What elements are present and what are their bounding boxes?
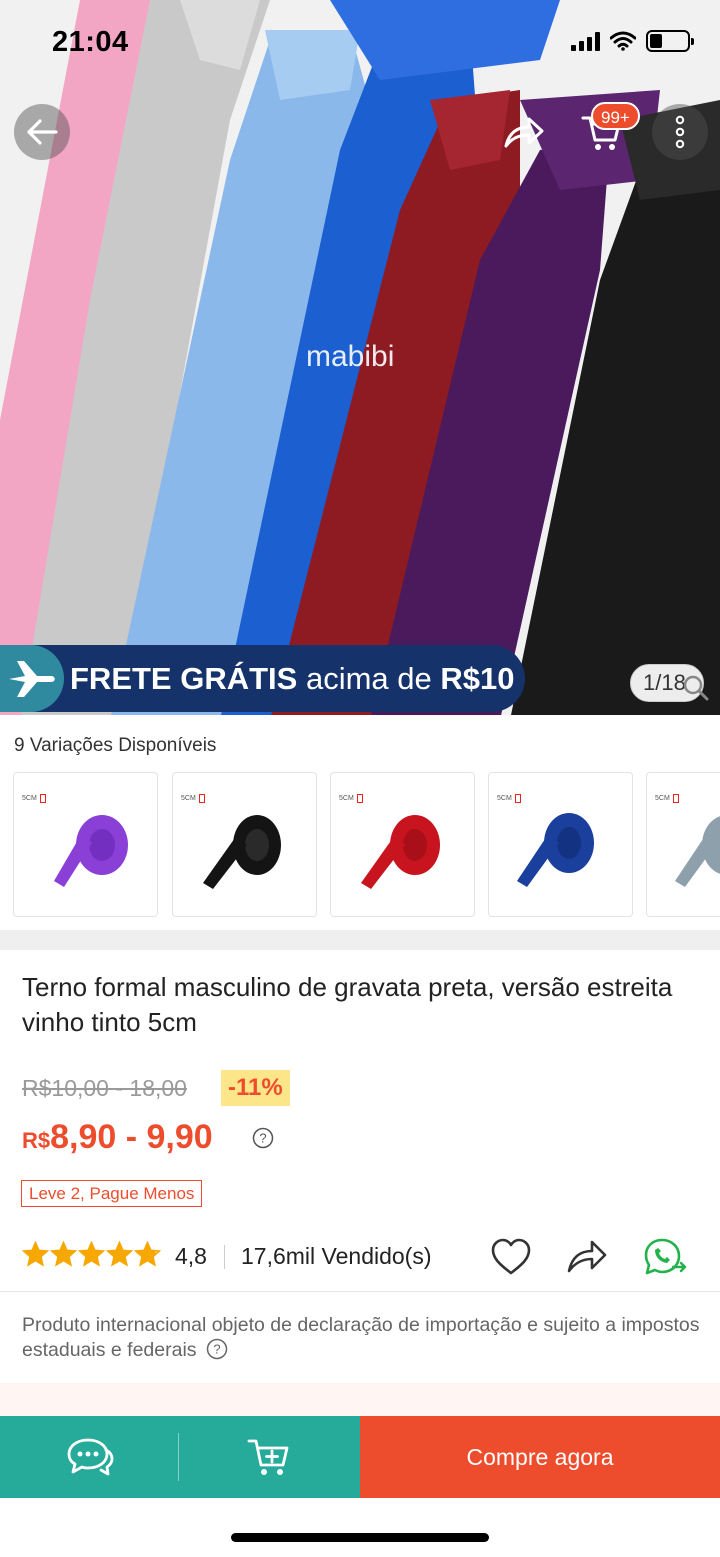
svg-text:?: ? [213,1342,220,1357]
variation-tag: 5CM [497,794,521,803]
status-bar: 21:04 [0,0,720,88]
variation-tag-size: 5CM [655,795,670,802]
chat-icon [67,1438,113,1476]
price-value: 8,90 - 9,90 [50,1118,213,1156]
svg-text:?: ? [259,1131,266,1146]
rating-row: 4,8 17,6mil Vendido(s) [22,1235,702,1279]
discount-badge: -11% [221,1070,290,1106]
variation-tag: 5CM [22,794,46,803]
share-icon [504,117,544,148]
bottom-left-group [0,1416,360,1498]
section-divider [0,930,720,950]
more-options-button[interactable] [652,104,708,160]
star-icon [78,1241,105,1267]
product-image-gallery[interactable]: 21:04 99+ mabibi FRETE GRÁTIS acima de R… [0,0,720,715]
chat-button[interactable] [0,1416,179,1498]
signal-icon [571,31,600,51]
variations-title: 9 Variações Disponíveis [14,735,217,756]
favorite-icon[interactable] [490,1237,532,1277]
import-note-text: Produto internacional objeto de declaraç… [22,1314,700,1361]
share-icon[interactable] [566,1237,608,1275]
whatsapp-icon[interactable] [643,1237,687,1277]
variation-thumb[interactable]: 5CM [488,772,633,917]
price-help-icon[interactable]: ? [252,1127,274,1149]
variation-thumb[interactable]: 5CM [646,772,720,917]
original-price: R$10,00 - 18,00 [22,1075,187,1101]
star-icon [22,1241,49,1267]
back-arrow-icon [27,119,58,145]
help-icon[interactable]: ? [206,1338,228,1360]
cart-count-badge: 99+ [591,102,640,130]
add-to-cart-icon [247,1439,289,1475]
home-indicator [231,1533,489,1542]
share-button[interactable] [496,104,552,160]
buy-now-button[interactable]: Compre agora [360,1416,720,1498]
zoom-icon[interactable] [682,674,710,702]
divider [178,1433,179,1481]
variation-thumb[interactable]: 5CM [172,772,317,917]
divider [224,1245,225,1269]
variation-tag: 5CM [655,794,679,803]
bottom-action-bar: Compre agora [0,1416,720,1498]
free-shipping-bold: FRETE GRÁTIS [70,660,298,696]
variation-thumb[interactable]: 5CM [330,772,475,917]
import-note: Produto internacional objeto de declaraç… [22,1313,712,1363]
variation-tag-size: 5CM [497,795,512,802]
star-icon [106,1241,133,1267]
wifi-icon [610,31,636,51]
free-shipping-amount: R$10 [440,660,515,696]
variation-thumb[interactable]: 5CM [13,772,158,917]
more-icon [675,115,685,149]
airplane-icon [0,645,64,712]
divider [0,1291,720,1292]
product-title: Terno formal masculino de gravata preta,… [22,972,673,1037]
price-currency: R$ [22,1128,51,1153]
star-icon [50,1241,77,1267]
rating-stars [22,1241,161,1267]
variation-tag: 5CM [181,794,205,803]
star-icon [134,1241,161,1267]
variation-tag-size: 5CM [339,795,354,802]
free-shipping-rest: acima de [297,660,441,696]
battery-icon [646,30,694,52]
variation-tag-size: 5CM [181,795,196,802]
free-shipping-text: FRETE GRÁTIS acima de R$10 [70,661,514,697]
status-icons [571,30,694,52]
back-button[interactable] [14,104,70,160]
sold-count: 17,6mil Vendido(s) [241,1243,432,1269]
promo-strip [0,1383,720,1418]
variation-tag-size: 5CM [22,795,37,802]
variation-tag: 5CM [339,794,363,803]
variations-list[interactable]: 5CM 5CM 5CM 5CM 5CM [13,772,720,917]
status-time: 21:04 [52,26,129,58]
current-price: R$8,90 - 9,90 [22,1118,213,1157]
promo-tag[interactable]: Leve 2, Pague Menos [21,1180,203,1207]
image-watermark: mabibi [306,340,395,373]
free-shipping-banner: FRETE GRÁTIS acima de R$10 [0,645,525,712]
add-to-cart-button[interactable] [180,1416,360,1498]
rating-value: 4,8 [175,1243,207,1269]
